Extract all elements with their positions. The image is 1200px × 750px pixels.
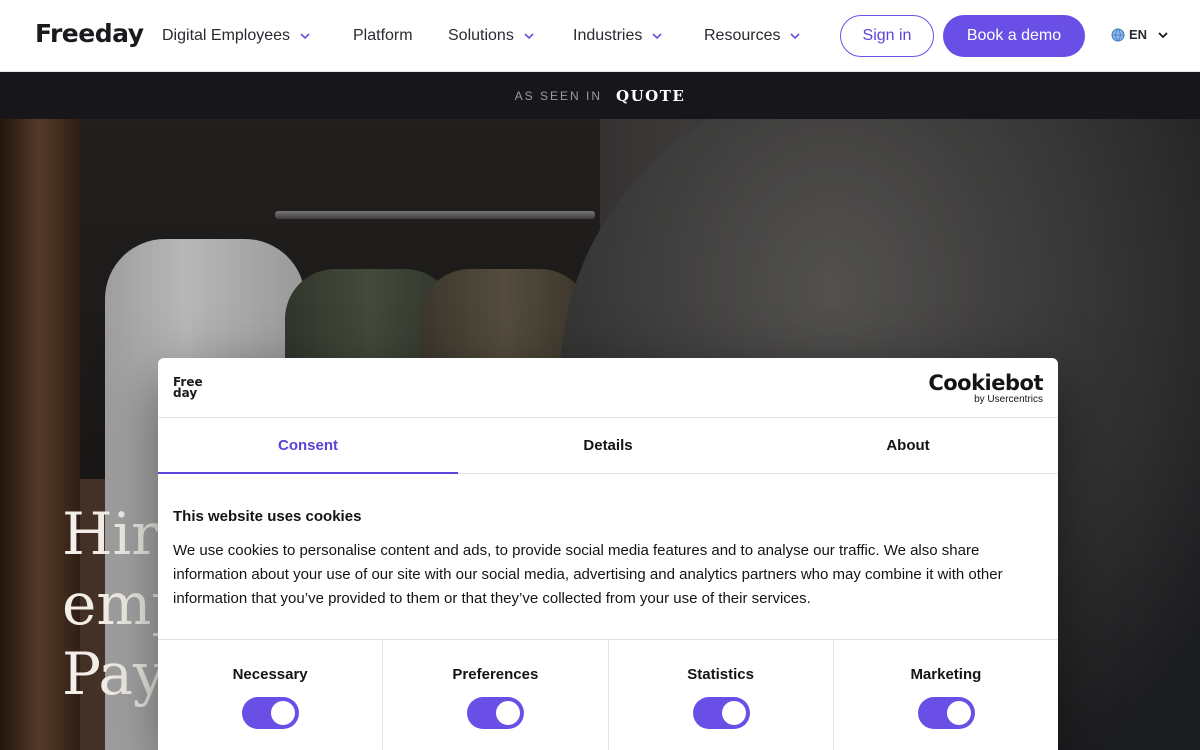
toggle-knob xyxy=(271,701,296,725)
language-label: EN xyxy=(1129,27,1148,42)
nav-item-resources[interactable]: Resources xyxy=(704,25,801,47)
dialog-tabs: Consent Details About xyxy=(158,418,1058,474)
preferences-toggle[interactable] xyxy=(467,697,525,729)
toggle-knob xyxy=(496,701,521,725)
book-demo-button[interactable]: Book a demo xyxy=(943,15,1085,57)
sign-in-button[interactable]: Sign in xyxy=(840,15,934,57)
chevron-down-icon xyxy=(523,30,535,42)
category-necessary: Necessary xyxy=(158,640,384,750)
cookie-categories: Necessary Preferences Statistics Marketi… xyxy=(158,639,1058,750)
logo-line: day xyxy=(173,386,198,400)
cookie-consent-dialog: Free day Cookiebot by Usercentrics Conse… xyxy=(158,358,1058,750)
toggle-knob xyxy=(721,701,746,725)
nav-item-platform[interactable]: Platform xyxy=(353,25,413,47)
dialog-header: Free day Cookiebot by Usercentrics xyxy=(158,358,1058,418)
statistics-toggle[interactable] xyxy=(692,697,750,729)
dialog-description: We use cookies to personalise content an… xyxy=(173,542,1003,607)
category-marketing: Marketing xyxy=(834,640,1058,750)
necessary-toggle[interactable] xyxy=(242,697,300,729)
category-label: Necessary xyxy=(232,666,308,683)
freeday-logo[interactable]: Freeday xyxy=(35,19,144,48)
category-preferences: Preferences xyxy=(383,640,609,750)
nav-item-label: Resources xyxy=(704,27,781,44)
nav-item-label: Solutions xyxy=(448,27,514,44)
cookiebot-subtitle: by Usercentrics xyxy=(974,394,1043,405)
nav-item-label: Industries xyxy=(573,27,643,44)
chevron-down-icon xyxy=(299,30,311,42)
chevron-down-icon xyxy=(1157,29,1169,41)
press-label: AS SEEN IN xyxy=(514,88,603,103)
category-label: Statistics xyxy=(687,666,754,683)
freeday-logo-small: Free day xyxy=(173,376,203,400)
tab-details[interactable]: Details xyxy=(458,418,758,473)
globe-icon xyxy=(1111,28,1125,41)
quote-logo: QUOTE xyxy=(616,86,686,105)
category-statistics: Statistics xyxy=(609,640,834,750)
top-navbar: Freeday Digital Employees Platform Solut… xyxy=(0,0,1200,72)
toggle-knob xyxy=(946,701,971,725)
dialog-body: This website uses cookies We use cookies… xyxy=(173,508,1048,611)
nav-item-industries[interactable]: Industries xyxy=(573,25,663,47)
language-selector[interactable]: EN xyxy=(1111,27,1169,42)
nav-item-label: Platform xyxy=(353,27,413,44)
chevron-down-icon xyxy=(789,30,801,42)
marketing-toggle[interactable] xyxy=(917,697,975,729)
nav-item-solutions[interactable]: Solutions xyxy=(448,25,535,47)
category-label: Preferences xyxy=(452,666,539,683)
tab-about[interactable]: About xyxy=(758,418,1058,473)
nav-item-digital-employees[interactable]: Digital Employees xyxy=(162,25,311,47)
chevron-down-icon xyxy=(651,30,663,42)
cookiebot-wordmark: Cookiebot xyxy=(928,371,1043,395)
cookiebot-logo[interactable]: Cookiebot by Usercentrics xyxy=(928,372,1043,405)
tab-consent[interactable]: Consent xyxy=(158,418,458,474)
category-label: Marketing xyxy=(910,666,982,683)
nav-item-label: Digital Employees xyxy=(162,27,291,44)
dialog-title: This website uses cookies xyxy=(173,508,362,525)
press-bar: AS SEEN IN QUOTE xyxy=(0,72,1200,119)
